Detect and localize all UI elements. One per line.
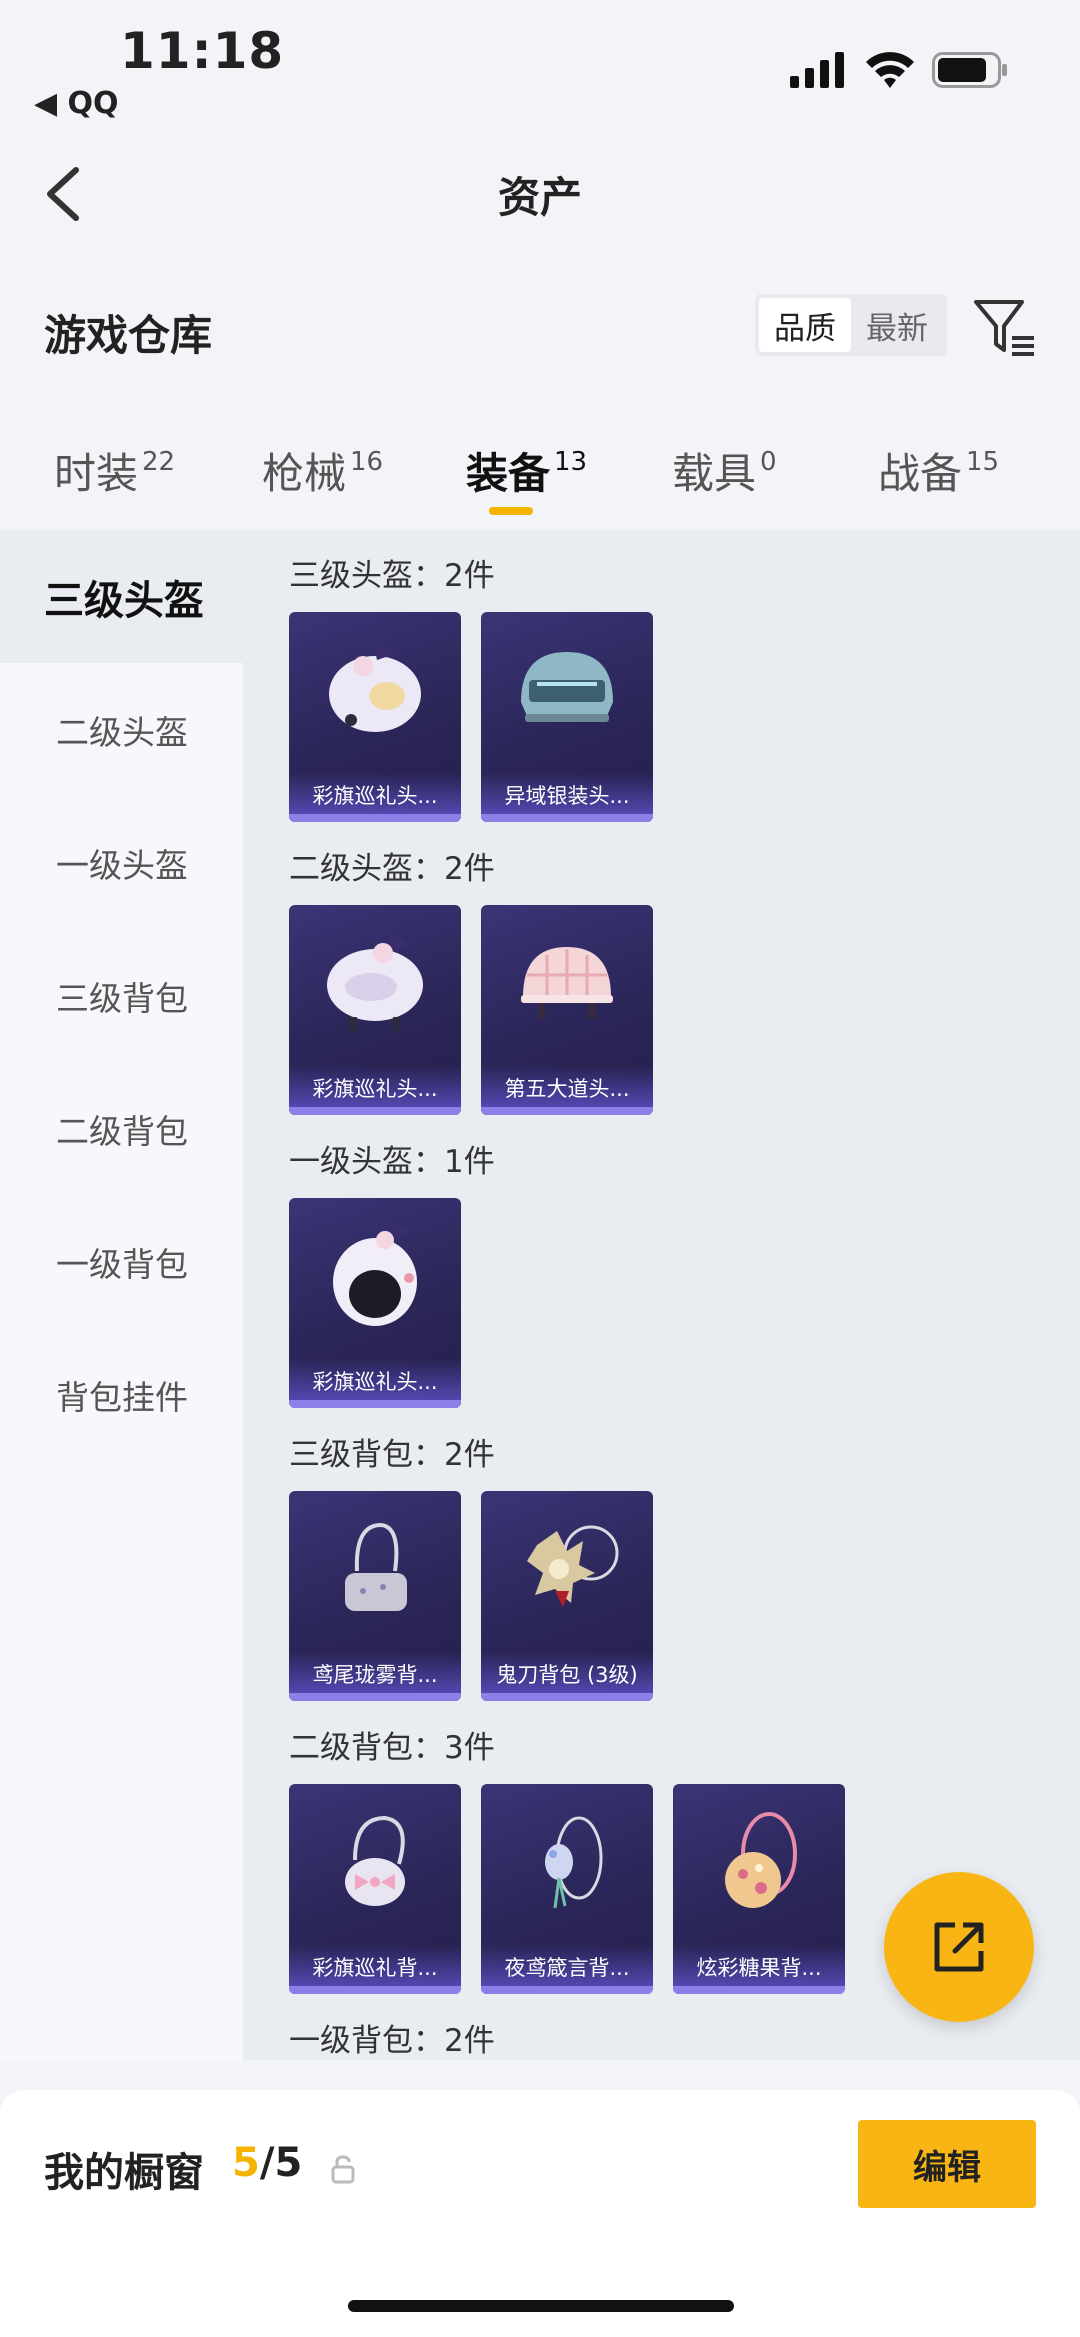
lock-icon: [331, 2155, 355, 2184]
sidebar-item-backpack-charm[interactable]: 背包挂件: [0, 1328, 243, 1461]
group-title: 二级背包：3件: [289, 1730, 495, 1766]
sidebar-item-level2-helmet[interactable]: 二级头盔: [0, 663, 243, 796]
item-name: 鬼刀背包 (3级): [496, 1663, 638, 1687]
sort-toggle: 品质 最新: [755, 294, 947, 356]
item-name: 彩旗巡礼头...: [312, 1370, 438, 1394]
item-name: 彩旗巡礼头...: [312, 1077, 438, 1101]
category-tabs: 时装 22 枪械 16 装备 13 载具 0 战备 15: [0, 420, 1080, 530]
item-name: 异域银装头...: [504, 784, 630, 808]
nav-bar: 资产: [0, 130, 1080, 250]
page-title: 资产: [497, 173, 582, 222]
signal-icon: [790, 52, 844, 88]
status-bar: 11:18 ◀ QQ: [0, 0, 1080, 130]
tab-equipment[interactable]: 装备 13: [466, 440, 587, 501]
sidebar: 三级头盔 二级头盔 一级头盔 三级背包 二级背包 一级背包 背包挂件: [0, 530, 243, 2060]
edit-button[interactable]: 编辑: [858, 2120, 1036, 2208]
item-card[interactable]: 鸢尾珑雾背...: [289, 1491, 461, 1701]
share-button[interactable]: [884, 1872, 1034, 2022]
section-title: 游戏仓库: [44, 311, 213, 360]
sidebar-item-level3-backpack[interactable]: 三级背包: [0, 929, 243, 1062]
tab-fashion[interactable]: 时装 22: [54, 440, 175, 501]
group-title: 三级头盔：2件: [289, 558, 495, 594]
group-title: 一级背包：2件: [289, 2023, 495, 2059]
status-time: 11:18: [120, 22, 285, 80]
item-card[interactable]: 第五大道头...: [481, 905, 653, 1115]
sidebar-item-level1-helmet[interactable]: 一级头盔: [0, 796, 243, 929]
filter-icon[interactable]: [972, 296, 1036, 360]
wifi-icon: [866, 52, 914, 88]
item-name: 鸢尾珑雾背...: [312, 1663, 438, 1687]
item-card[interactable]: 鬼刀背包 (3级): [481, 1491, 653, 1701]
sidebar-item-level2-backpack[interactable]: 二级背包: [0, 1062, 243, 1195]
helmet-icon: [521, 652, 613, 722]
item-card[interactable]: 彩旗巡礼头...: [289, 905, 461, 1115]
active-tab-indicator: [489, 507, 533, 515]
item-card[interactable]: 夜鸢箴言背...: [481, 1784, 653, 1994]
item-name: 炫彩糖果背...: [696, 1956, 822, 1980]
tab-guns[interactable]: 枪械 16: [262, 440, 383, 501]
item-name: 第五大道头...: [504, 1077, 630, 1101]
back-to-app-link[interactable]: ◀ QQ: [34, 86, 119, 121]
battery-icon: [932, 52, 1007, 88]
sort-option-quality[interactable]: 品质: [759, 298, 851, 352]
section-header: 游戏仓库 品质 最新: [0, 282, 1080, 372]
group-title: 一级头盔：1件: [289, 1144, 495, 1180]
backpack-icon: [725, 1812, 797, 1908]
item-card[interactable]: 彩旗巡礼背...: [289, 1784, 461, 1994]
item-name: 彩旗巡礼头...: [312, 784, 438, 808]
home-indicator: [348, 2300, 734, 2312]
sidebar-item-level3-helmet[interactable]: 三级头盔: [0, 530, 243, 663]
item-name: 夜鸢箴言背...: [504, 1956, 630, 1980]
showcase-label: 我的橱窗: [44, 2150, 204, 2196]
group-title: 二级头盔：2件: [289, 851, 495, 887]
item-grid: 三级头盔：2件 彩旗巡礼头... 异域银装头... 二级头盔：2件 彩旗巡礼头.…: [243, 530, 1080, 2060]
tab-vehicles[interactable]: 载具 0: [672, 440, 777, 501]
backpack-icon: [345, 1815, 405, 1906]
sort-option-latest[interactable]: 最新: [851, 298, 943, 352]
tab-supplies[interactable]: 战备 15: [878, 440, 999, 501]
item-card[interactable]: 炫彩糖果背...: [673, 1784, 845, 1994]
helmet-icon: [521, 947, 613, 1019]
item-card[interactable]: 彩旗巡礼头...: [289, 1198, 461, 1408]
helmet-icon: [327, 933, 423, 1031]
helmet-icon: [333, 1222, 417, 1326]
backpack-icon: [527, 1525, 619, 1607]
showcase-count: 5/5: [232, 2140, 303, 2186]
item-card[interactable]: 彩旗巡礼头...: [289, 612, 461, 822]
item-card[interactable]: 异域银装头...: [481, 612, 653, 822]
sidebar-item-level1-backpack[interactable]: 一级背包: [0, 1195, 243, 1328]
helmet-icon: [329, 642, 421, 732]
backpack-icon: [545, 1816, 603, 1909]
backpack-icon: [345, 1522, 407, 1611]
item-name: 彩旗巡礼背...: [312, 1956, 438, 1980]
group-title: 三级背包：2件: [289, 1437, 495, 1473]
share-icon: [934, 1922, 984, 1972]
